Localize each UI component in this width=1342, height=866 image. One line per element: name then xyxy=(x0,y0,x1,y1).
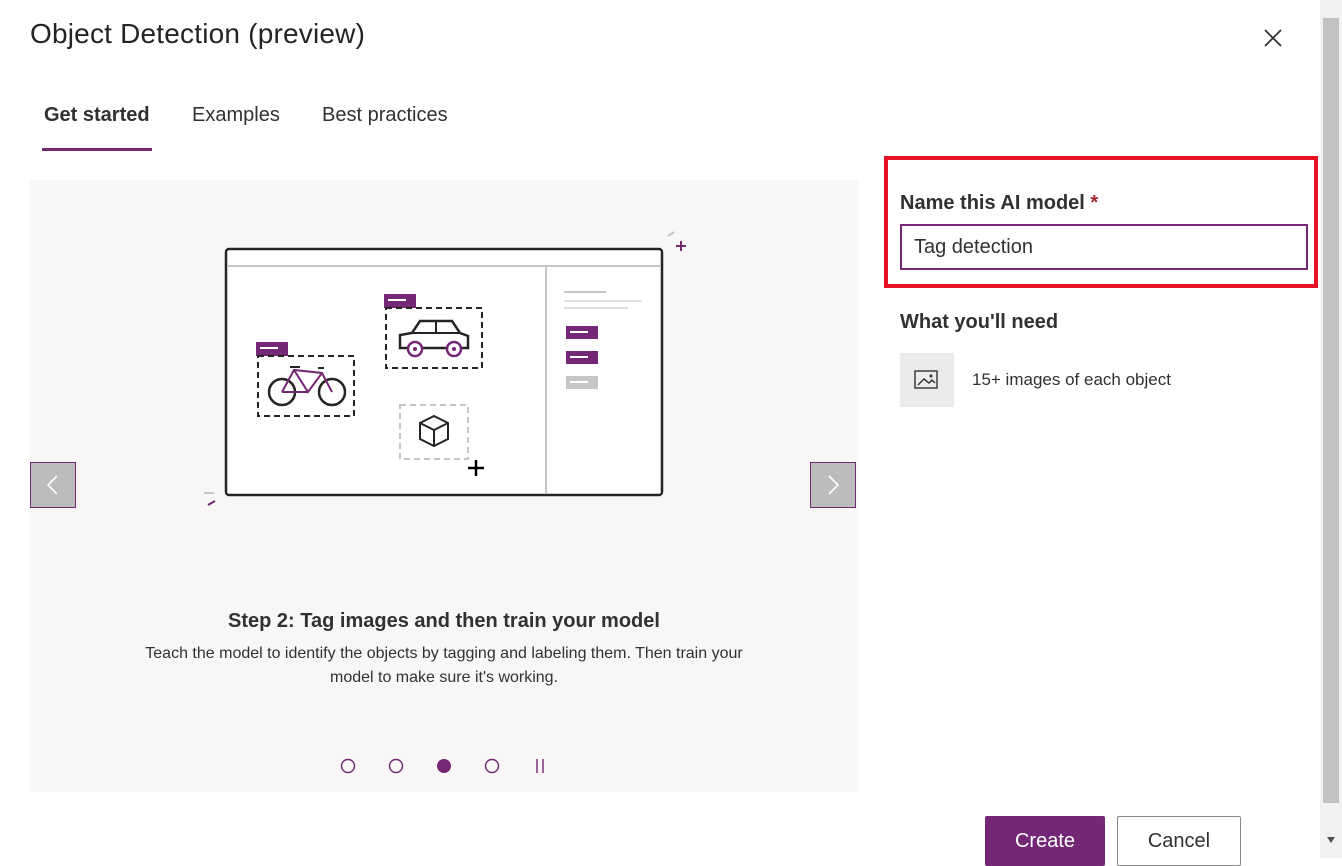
previous-slide-button[interactable] xyxy=(30,462,76,508)
chevron-left-icon xyxy=(46,475,58,495)
model-name-input[interactable] xyxy=(900,224,1308,270)
tagging-illustration xyxy=(204,231,686,506)
scrollbar-thumb[interactable] xyxy=(1323,18,1339,803)
slide-dot-4[interactable] xyxy=(484,758,500,774)
slide-dot-3[interactable] xyxy=(436,758,452,774)
scrollbar[interactable] xyxy=(1320,0,1342,858)
step-description: Teach the model to identify the objects … xyxy=(145,645,743,686)
chevron-right-icon xyxy=(828,475,840,495)
cancel-button[interactable]: Cancel xyxy=(1117,816,1241,866)
active-tab-indicator xyxy=(42,148,152,151)
requirements-heading: What you'll need xyxy=(900,311,1059,333)
create-button[interactable]: Create xyxy=(985,816,1105,866)
tab-best-practices[interactable]: Best practices xyxy=(322,104,448,127)
requirement-item: 15+ images of each object xyxy=(972,370,1171,389)
scroll-down-icon[interactable] xyxy=(1325,834,1337,846)
pause-icon[interactable] xyxy=(532,758,548,774)
required-marker: * xyxy=(1090,192,1099,214)
image-icon xyxy=(900,353,954,407)
model-name-label: Name this AI model * xyxy=(900,192,1099,214)
next-slide-button[interactable] xyxy=(810,462,856,508)
close-icon[interactable] xyxy=(1257,22,1289,54)
slide-dot-1[interactable] xyxy=(340,758,356,774)
tab-examples[interactable]: Examples xyxy=(192,104,280,127)
dialog-title: Object Detection (preview) xyxy=(30,18,366,49)
step-title: Step 2: Tag images and then train your m… xyxy=(228,610,660,632)
tab-get-started[interactable]: Get started xyxy=(44,104,150,127)
slide-dot-2[interactable] xyxy=(388,758,404,774)
carousel: Step 2: Tag images and then train your m… xyxy=(30,180,858,792)
